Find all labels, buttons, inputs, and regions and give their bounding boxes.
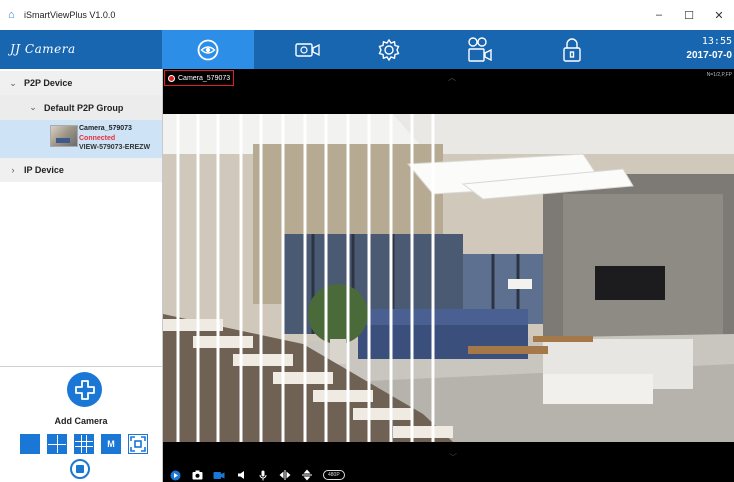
tab-lock[interactable] xyxy=(526,30,618,69)
record-dot-icon xyxy=(168,74,175,82)
video-camera-name: Camera_579073 xyxy=(178,74,231,82)
layout-nine-button[interactable] xyxy=(74,434,94,454)
tree-node-ip-device[interactable]: › IP Device xyxy=(0,158,162,182)
close-button[interactable]: ✕ xyxy=(704,0,734,30)
add-camera-label: Add Camera xyxy=(54,416,108,426)
chevron-down-icon[interactable]: ⌄ xyxy=(8,78,18,89)
tree-node-p2p-device[interactable]: ⌄ P2P Device xyxy=(0,71,162,95)
flip-vertical-icon xyxy=(302,469,312,481)
stop-all-button[interactable] xyxy=(70,459,90,479)
title-bar: ⌂ iSmartViewPlus V1.0.0 – ☐ ✕ xyxy=(0,0,734,30)
video-panel: Camera_579073 ︿ N=1/2,P,FP ﹀ 480P xyxy=(163,69,734,482)
video-camera-label[interactable]: Camera_579073 xyxy=(164,70,234,86)
camera-status: Connected xyxy=(79,135,116,142)
microphone-icon xyxy=(259,470,267,480)
record-button[interactable] xyxy=(213,469,225,481)
play-icon xyxy=(170,470,180,480)
brand-logo: JJ Camera xyxy=(10,42,76,56)
speaker-icon xyxy=(237,471,244,479)
lock-icon xyxy=(563,37,581,62)
stop-icon xyxy=(76,465,84,473)
stream-info: N=1/2,P,FP xyxy=(706,72,732,78)
collapse-down-icon[interactable]: ﹀ xyxy=(449,452,457,463)
video-record-icon xyxy=(213,471,225,479)
tree-node-label: P2P Device xyxy=(24,78,73,88)
play-button[interactable] xyxy=(169,469,181,481)
speaker-button[interactable] xyxy=(235,469,247,481)
flip-horizontal-icon xyxy=(279,470,291,480)
sidebar-controls: Add Camera M xyxy=(0,366,162,482)
live-video-feed[interactable] xyxy=(163,114,734,442)
tab-recording[interactable] xyxy=(434,30,526,69)
maximize-button[interactable]: ☐ xyxy=(674,0,704,30)
record-camera-icon xyxy=(468,36,492,62)
layout-multi-button[interactable]: M xyxy=(101,434,121,454)
chevron-down-icon[interactable]: ⌄ xyxy=(28,102,38,113)
tree-node-label: Default P2P Group xyxy=(44,102,124,113)
clock-time: 13:55 xyxy=(701,36,732,47)
tree-node-default-group[interactable]: ⌄ Default P2P Group xyxy=(0,95,162,120)
tab-settings[interactable] xyxy=(343,30,435,69)
flip-vertical-button[interactable] xyxy=(301,469,313,481)
video-camera-icon xyxy=(295,42,320,57)
flip-horizontal-button[interactable] xyxy=(279,469,291,481)
snapshot-button[interactable] xyxy=(191,469,203,481)
plus-icon xyxy=(74,379,95,400)
tree-node-label: IP Device xyxy=(24,165,64,175)
device-sidebar: ⌄ P2P Device ⌄ Default P2P Group Camera_… xyxy=(0,69,163,482)
add-camera-button[interactable] xyxy=(67,372,102,407)
fullscreen-button[interactable] xyxy=(128,434,148,454)
layout-quad-button[interactable] xyxy=(47,434,67,454)
video-toolbar: 480P xyxy=(163,468,734,482)
collapse-up-icon[interactable]: ︿ xyxy=(448,72,456,83)
layout-buttons: M xyxy=(20,434,148,454)
minimize-button[interactable]: – xyxy=(644,0,674,30)
clock: 13:55 2017-07-0 xyxy=(686,36,732,61)
camera-thumbnail xyxy=(50,125,78,147)
fullscreen-icon xyxy=(130,436,146,452)
app-icon: ⌂ xyxy=(8,8,15,21)
layout-single-button[interactable] xyxy=(20,434,40,454)
eye-icon xyxy=(197,39,219,60)
window-title: iSmartViewPlus V1.0.0 xyxy=(24,10,116,20)
clock-date: 2017-07-0 xyxy=(686,50,732,61)
camera-list-item[interactable]: Camera_579073 Connected VIEW-579073-EREZ… xyxy=(0,120,162,158)
tab-live-view[interactable] xyxy=(162,30,254,69)
camera-name: Camera_579073 xyxy=(79,125,132,132)
main-nav-bar: JJ Camera 13:55 2017-07-0 xyxy=(0,30,734,69)
window-controls: – ☐ ✕ xyxy=(644,0,734,30)
chevron-right-icon[interactable]: › xyxy=(8,165,18,175)
microphone-button[interactable] xyxy=(257,469,269,481)
gear-icon xyxy=(378,38,400,61)
tab-playback[interactable] xyxy=(262,30,354,69)
camera-uid: VIEW-579073-EREZW xyxy=(79,144,151,151)
resolution-toggle[interactable]: 480P xyxy=(323,470,345,480)
camera-icon xyxy=(192,470,202,480)
